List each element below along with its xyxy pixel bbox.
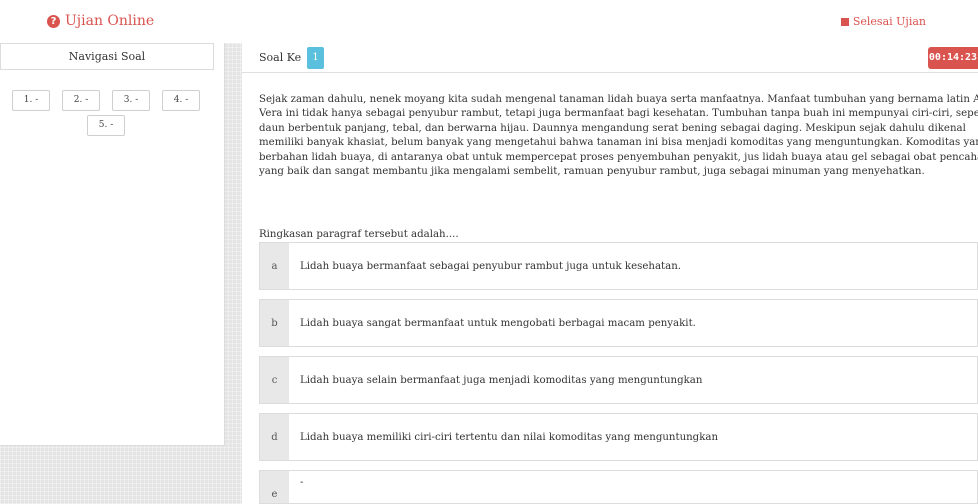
brand-link[interactable]: ? Ujian Online	[47, 13, 154, 29]
question-passage: Sejak zaman dahulu, nenek moyang kita su…	[259, 93, 978, 179]
option-letter: a	[260, 243, 289, 289]
finish-exam-button[interactable]: Selesai Ujian	[840, 15, 926, 28]
question-navigation-panel: Navigasi Soal 1. - 2. - 3. - 4. - 5. -	[0, 43, 225, 446]
nav-question-2[interactable]: 2. -	[62, 90, 100, 111]
option-letter: b	[260, 300, 289, 346]
option-text: Lidah buaya sangat bermanfaat untuk meng…	[300, 317, 696, 329]
question-label: Soal Ke	[259, 51, 302, 64]
option-text: -	[300, 477, 304, 488]
nav-question-3[interactable]: 3. -	[112, 90, 150, 111]
navigation-title: Navigasi Soal	[0, 43, 214, 70]
answer-option-c[interactable]: c Lidah buaya selain bermanfaat juga men…	[259, 356, 978, 404]
passage-line: berbahan lidah buaya, di antaranya obat …	[259, 151, 978, 163]
answer-option-e[interactable]: e -	[259, 470, 978, 504]
option-text: Lidah buaya selain bermanfaat juga menja…	[300, 374, 703, 386]
nav-question-1[interactable]: 1. -	[12, 90, 50, 111]
answer-option-b[interactable]: b Lidah buaya sangat bermanfaat untuk me…	[259, 299, 978, 347]
passage-line: daun berbentuk panjang, tebal, dan berwa…	[259, 122, 966, 134]
answer-option-a[interactable]: a Lidah buaya bermanfaat sebagai penyubu…	[259, 242, 978, 290]
nav-question-5[interactable]: 5. -	[87, 115, 125, 136]
option-letter: d	[260, 414, 289, 460]
question-circle-icon: ?	[47, 14, 60, 28]
finish-exam-label: Selesai Ujian	[852, 15, 926, 28]
option-letter: c	[260, 357, 289, 403]
passage-line: Sejak zaman dahulu, nenek moyang kita su…	[259, 94, 978, 105]
option-text: Lidah buaya memiliki ciri-ciri tertentu …	[300, 431, 719, 443]
top-bar: ? Ujian Online Selesai Ujian	[0, 0, 978, 43]
option-text: Lidah buaya bermanfaat sebagai penyubur …	[300, 260, 681, 272]
question-prompt: Ringkasan paragraf tersebut adalah....	[259, 229, 459, 240]
stop-icon	[840, 17, 849, 26]
countdown-timer: 00:14:23	[928, 47, 978, 69]
question-number-badge: 1	[307, 47, 324, 69]
brand-title: Ujian Online	[65, 13, 155, 29]
question-header: Soal Ke 1 00:14:23	[242, 43, 978, 73]
nav-question-4[interactable]: 4. -	[162, 90, 200, 111]
question-area: Soal Ke 1 00:14:23 Sejak zaman dahulu, n…	[242, 43, 978, 504]
passage-line: yang baik dan sangat membantu jika menga…	[259, 166, 925, 178]
passage-line: memiliki banyak khasiat, belum banyak ya…	[259, 137, 978, 149]
answer-option-d[interactable]: d Lidah buaya memiliki ciri-ciri tertent…	[259, 413, 978, 461]
passage-line: Vera ini tidak hanya sebagai penyubur ra…	[259, 108, 978, 120]
option-letter: e	[260, 471, 289, 503]
